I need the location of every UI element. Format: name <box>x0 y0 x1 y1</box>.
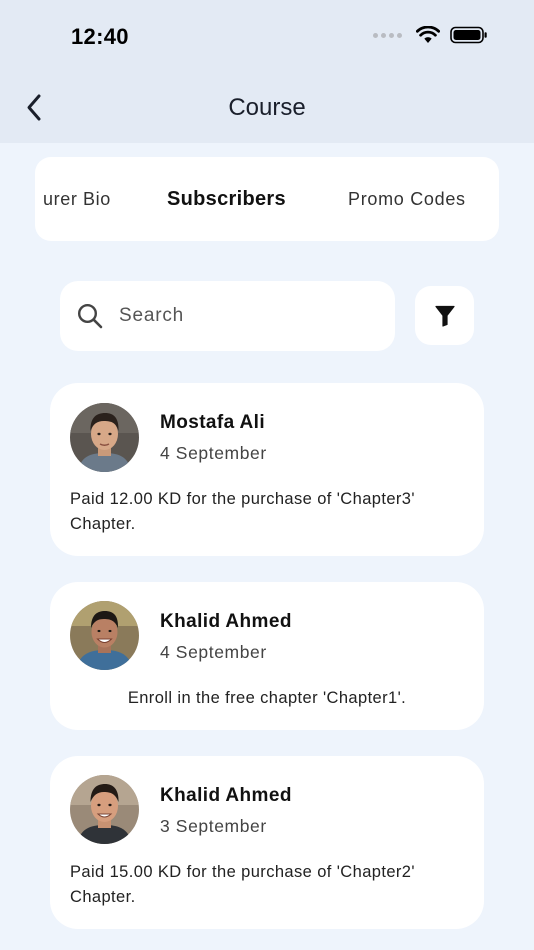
filter-button[interactable] <box>415 286 474 345</box>
status-icons <box>373 26 488 44</box>
search-box[interactable] <box>60 281 395 351</box>
search-icon <box>77 303 103 329</box>
avatar <box>70 601 139 670</box>
subscriber-card[interactable]: Khalid Ahmed 4 September Enroll in the f… <box>50 582 484 730</box>
filter-icon <box>434 305 455 327</box>
battery-icon <box>450 26 487 44</box>
top-bar: 12:40 Course <box>0 0 534 143</box>
avatar <box>70 403 139 472</box>
tab-promo-codes[interactable]: Promo Codes <box>348 189 466 210</box>
tab-subscribers[interactable]: Subscribers <box>167 188 286 211</box>
signal-dots-icon <box>373 32 402 38</box>
subscriber-name: Khalid Ahmed <box>160 611 292 632</box>
subscriber-activity: Enroll in the free chapter 'Chapter1'. <box>127 689 407 707</box>
avatar <box>70 775 139 844</box>
subscriber-activity: Paid 12.00 KD for the purchase of 'Chapt… <box>70 490 415 533</box>
subscriber-date: 3 September <box>160 816 267 836</box>
tab-bar: urer Bio Subscribers Promo Codes <box>35 157 499 241</box>
wifi-icon <box>416 26 440 43</box>
search-input[interactable] <box>119 305 359 327</box>
tab-lecturer-bio[interactable]: urer Bio <box>43 189 111 210</box>
status-time: 12:40 <box>71 24 129 49</box>
subscriber-name: Mostafa Ali <box>160 412 266 433</box>
subscriber-card[interactable]: Mostafa Ali 4 September Paid 12.00 KD fo… <box>50 383 484 556</box>
subscriber-activity: Paid 15.00 KD for the purchase of 'Chapt… <box>70 863 415 906</box>
subscriber-date: 4 September <box>160 443 267 463</box>
subscriber-date: 4 September <box>160 642 267 662</box>
page-title: Course <box>228 94 306 121</box>
subscriber-card[interactable]: Khalid Ahmed 3 September Paid 15.00 KD f… <box>50 756 484 929</box>
subscriber-name: Khalid Ahmed <box>160 785 292 806</box>
